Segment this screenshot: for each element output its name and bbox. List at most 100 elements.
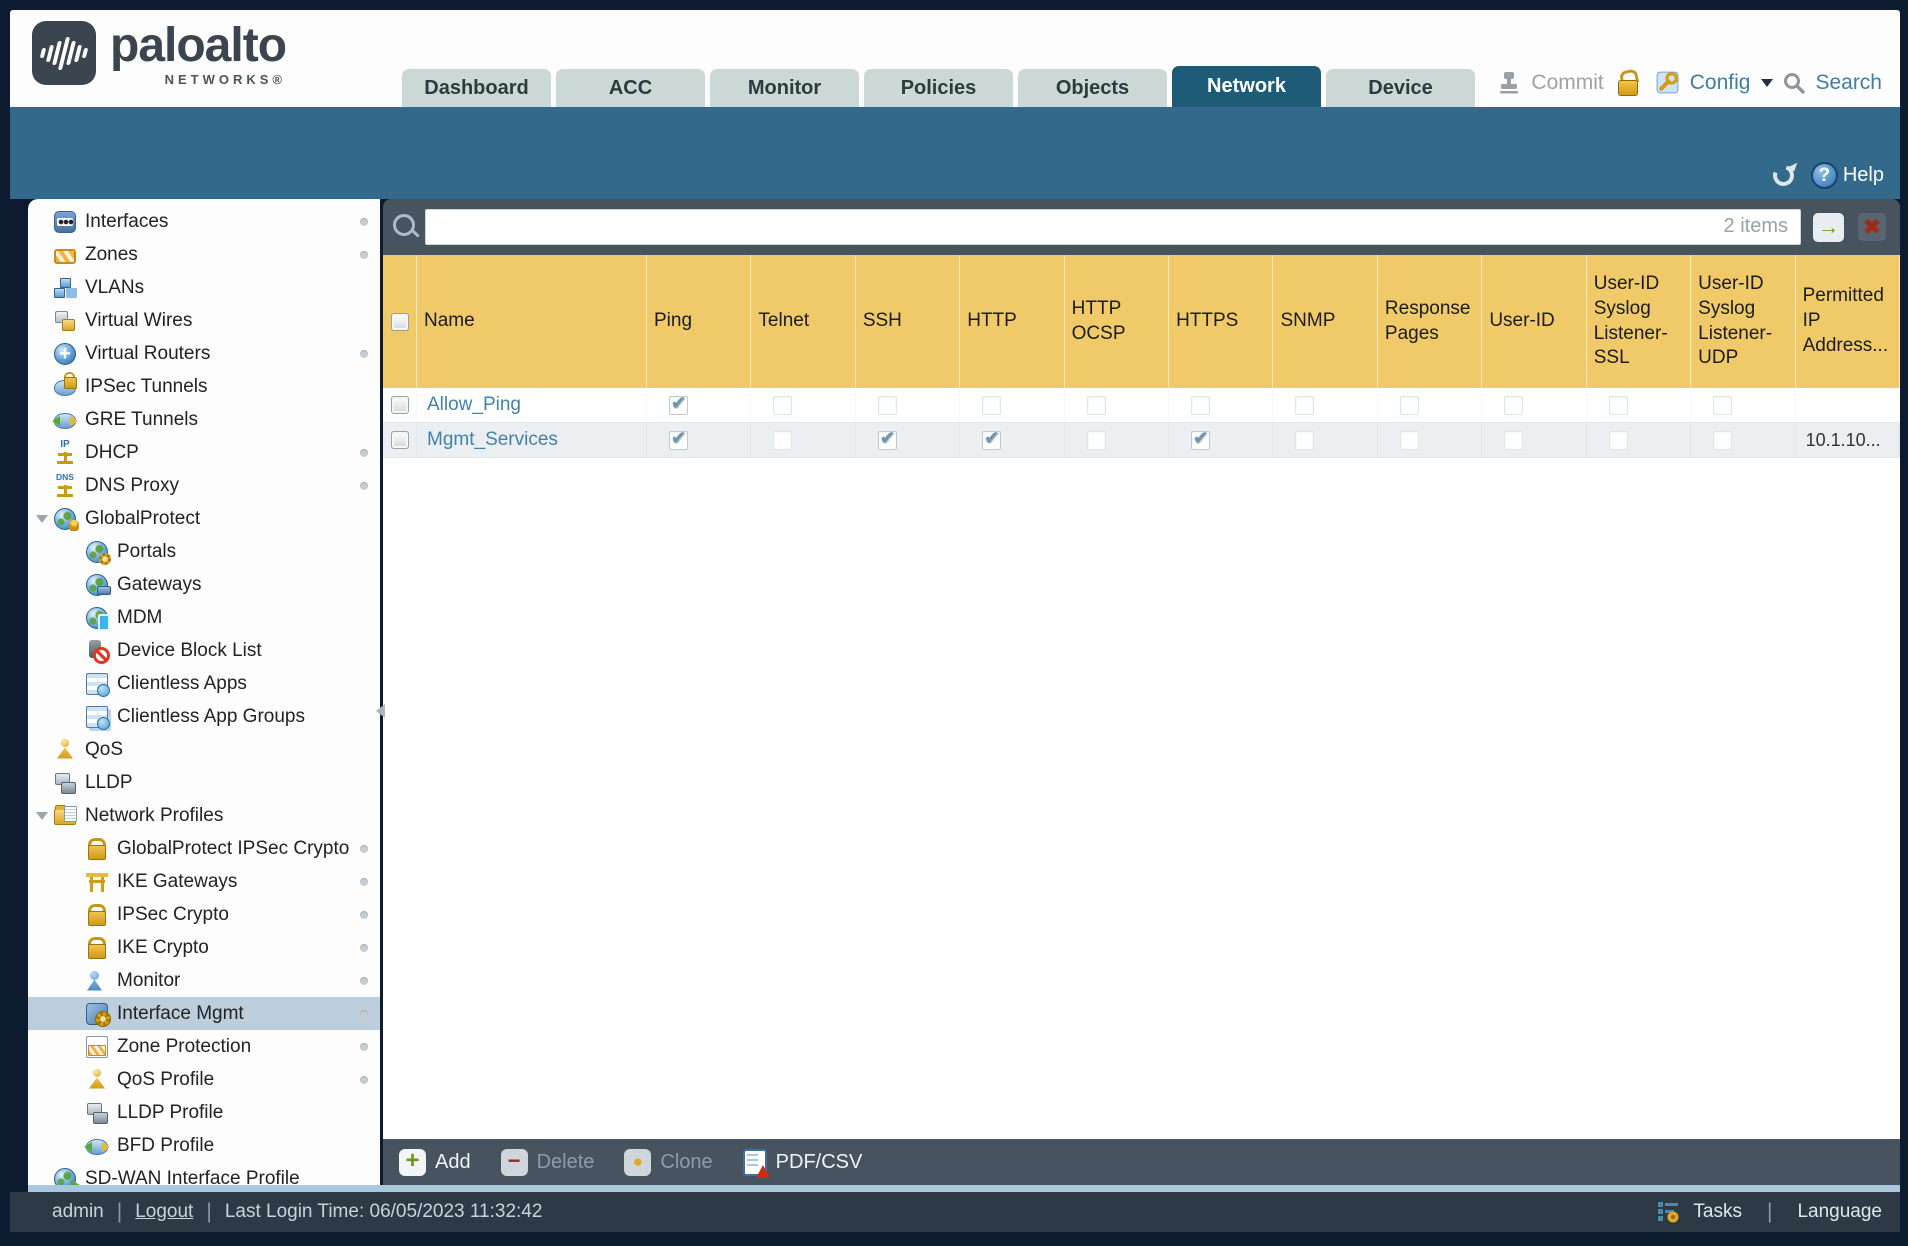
lldp-profile-icon	[86, 1102, 108, 1124]
sidebar-collapse-handle[interactable]	[376, 704, 385, 718]
virtual-wires-icon	[54, 310, 76, 332]
sidebar-item-interfaces[interactable]: Interfaces	[28, 205, 380, 238]
sidebar-item-clientless-apps[interactable]: Clientless Apps	[28, 667, 380, 700]
tab-policies[interactable]: Policies	[864, 69, 1013, 107]
sidebar-item-globalprotect[interactable]: GlobalProtect	[28, 502, 380, 535]
sidebar-item-label: DNS Proxy	[85, 474, 179, 496]
col-ssh[interactable]: SSH	[856, 255, 961, 388]
expand-triangle-icon[interactable]	[36, 515, 48, 523]
language-button[interactable]: Language	[1797, 1201, 1882, 1223]
telnet-checkbox	[773, 395, 793, 415]
select-all-checkbox[interactable]	[390, 312, 409, 331]
sidebar-item-portals[interactable]: Portals	[28, 535, 380, 568]
sidebar-item-label: LLDP	[85, 771, 133, 793]
expand-triangle-icon[interactable]	[36, 812, 48, 820]
sidebar-item-device-block-list[interactable]: Device Block List	[28, 634, 380, 667]
profile-name-link[interactable]: Allow_Ping	[427, 394, 521, 416]
virtual-routers-icon	[54, 342, 76, 365]
sidebar-item-virtual-wires[interactable]: Virtual Wires	[28, 304, 380, 337]
tab-device[interactable]: Device	[1326, 69, 1475, 107]
sidebar-item-virtual-routers[interactable]: Virtual Routers	[28, 337, 380, 370]
pdf-csv-button[interactable]: PDF/CSV	[742, 1148, 862, 1178]
col-uid-syslog-udp[interactable]: User-ID Syslog Listener-UDP	[1691, 255, 1796, 388]
sidebar-item-label: Interface Mgmt	[117, 1002, 244, 1024]
sidebar-item-label: Monitor	[117, 969, 181, 991]
commit-button[interactable]: Commit	[1531, 71, 1603, 95]
config-button[interactable]: Config	[1690, 71, 1751, 95]
chevron-down-icon[interactable]	[1761, 78, 1774, 87]
tab-monitor[interactable]: Monitor	[710, 69, 859, 107]
sidebar-item-label: Clientless Apps	[117, 672, 247, 694]
tasks-icon	[1658, 1202, 1679, 1223]
row-select-checkbox[interactable]	[390, 396, 409, 414]
sidebar-item-ipsec-crypto[interactable]: IPSec Crypto	[28, 898, 380, 931]
sidebar-item-dns-proxy[interactable]: DNS Proxy	[28, 469, 380, 502]
add-button[interactable]: Add	[399, 1148, 471, 1176]
sidebar-item-gre-tunnels[interactable]: GRE Tunnels	[28, 403, 380, 436]
col-permitted-ip[interactable]: Permitted IP Address...	[1796, 255, 1900, 388]
col-name[interactable]: Name	[417, 255, 647, 388]
sidebar-item-clientless-app-groups[interactable]: Clientless App Groups	[28, 700, 380, 733]
filter-input[interactable]	[425, 209, 1801, 245]
tab-network[interactable]: Network	[1172, 66, 1321, 107]
col-https[interactable]: HTTPS	[1169, 255, 1274, 388]
col-telnet[interactable]: Telnet	[751, 255, 856, 388]
sidebar-item-lldp-profile[interactable]: LLDP Profile	[28, 1096, 380, 1129]
tab-dashboard[interactable]: Dashboard	[402, 69, 551, 107]
col-response-pages[interactable]: Response Pages	[1378, 255, 1483, 388]
profile-name-link[interactable]: Mgmt_Services	[427, 429, 558, 451]
col-uid-syslog-ssl[interactable]: User-ID Syslog Listener-SSL	[1587, 255, 1692, 388]
sidebar-item-qos[interactable]: QoS	[28, 733, 380, 766]
apply-filter-button[interactable]	[1813, 212, 1844, 242]
search-button[interactable]: Search	[1815, 71, 1882, 95]
zones-icon	[54, 249, 76, 264]
sidebar-item-lldp[interactable]: LLDP	[28, 766, 380, 799]
cell-http	[960, 423, 1064, 457]
sidebar-item-network-profiles[interactable]: Network Profiles	[28, 799, 380, 832]
cell-uid-syslog-ssl	[1587, 423, 1691, 457]
lock-icon[interactable]	[1617, 70, 1641, 96]
tasks-button[interactable]: Tasks	[1693, 1201, 1742, 1223]
sidebar-item-dhcp[interactable]: DHCP	[28, 436, 380, 469]
sidebar-item-zones[interactable]: Zones	[28, 238, 380, 271]
sidebar-item-label: Clientless App Groups	[117, 705, 305, 727]
sidebar-item-bfd-profile[interactable]: BFD Profile	[28, 1129, 380, 1162]
col-ping[interactable]: Ping	[647, 255, 752, 388]
monitor-profile-icon	[86, 970, 108, 992]
sidebar-item-ike-crypto[interactable]: IKE Crypto	[28, 931, 380, 964]
cell-user-id	[1482, 388, 1586, 422]
delete-label: Delete	[536, 1150, 595, 1173]
help-label: Help	[1842, 164, 1884, 186]
sidebar-item-ipsec-tunnels[interactable]: IPSec Tunnels	[28, 370, 380, 403]
sidebar-item-sdwan-interface-profile[interactable]: SD-WAN Interface Profile	[28, 1162, 380, 1185]
sidebar-item-interface-mgmt[interactable]: Interface Mgmt	[28, 997, 380, 1030]
sidebar-item-label: Portals	[117, 540, 177, 562]
sidebar-item-label: Device Block List	[117, 639, 262, 661]
cell-https	[1169, 423, 1273, 457]
sidebar-item-gateways[interactable]: Gateways	[28, 568, 380, 601]
item-dot	[360, 1043, 368, 1051]
clear-filter-button[interactable]	[1858, 213, 1886, 241]
refresh-icon[interactable]	[1770, 162, 1797, 189]
cell-telnet	[751, 388, 855, 422]
col-http[interactable]: HTTP	[960, 255, 1065, 388]
col-user-id[interactable]: User-ID	[1482, 255, 1587, 388]
uid-syslog-ssl-checkbox	[1608, 430, 1628, 450]
sidebar-item-qos-profile[interactable]: QoS Profile	[28, 1063, 380, 1096]
help-button[interactable]: ? Help	[1810, 162, 1884, 189]
logout-link[interactable]: Logout	[135, 1201, 193, 1223]
col-snmp[interactable]: SNMP	[1273, 255, 1378, 388]
sidebar-item-monitor-profile[interactable]: Monitor	[28, 964, 380, 997]
tab-acc[interactable]: ACC	[556, 69, 705, 107]
sidebar-item-vlans[interactable]: VLANs	[28, 271, 380, 304]
col-http-ocsp[interactable]: HTTP OCSP	[1065, 255, 1170, 388]
sidebar-item-mdm[interactable]: MDM	[28, 601, 380, 634]
sidebar-item-zone-protection[interactable]: Zone Protection	[28, 1030, 380, 1063]
item-count: 2 items	[1723, 215, 1788, 237]
sidebar-item-gp-ipsec-crypto[interactable]: GlobalProtect IPSec Crypto	[28, 832, 380, 865]
sidebar-item-ike-gateways[interactable]: IKE Gateways	[28, 865, 380, 898]
ssh-checkbox	[877, 395, 897, 415]
delete-icon	[500, 1148, 528, 1176]
tab-objects[interactable]: Objects	[1018, 69, 1167, 107]
row-select-checkbox[interactable]	[390, 431, 409, 449]
